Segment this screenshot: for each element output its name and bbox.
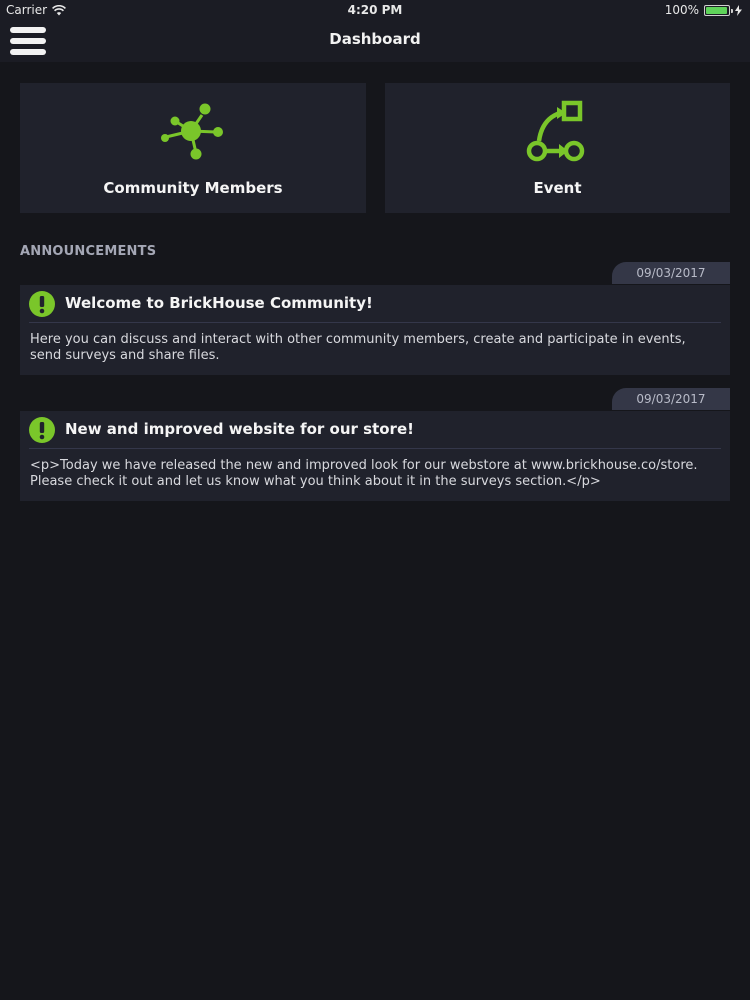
announcement-title: Welcome to BrickHouse Community! xyxy=(65,294,373,312)
announcement-body: Here you can discuss and interact with o… xyxy=(30,332,686,363)
menu-line xyxy=(10,49,46,55)
status-time: 4:20 PM xyxy=(347,3,403,17)
battery-cap xyxy=(731,8,733,13)
nav-bar: Dashboard xyxy=(0,20,750,62)
announcement-card[interactable]: New and improved website for our store! … xyxy=(20,411,730,501)
exclamation-icon xyxy=(29,291,55,317)
battery-fill xyxy=(706,6,727,14)
announcement-title: New and improved website for our store! xyxy=(65,420,414,438)
event-tile[interactable]: Event xyxy=(385,83,730,213)
workflow-icon xyxy=(526,100,584,162)
status-bar: Carrier 4:20 PM 100% xyxy=(0,0,750,20)
divider xyxy=(29,448,721,449)
announcement-date: 09/03/2017 xyxy=(612,262,730,284)
announcement-body: <p>Today we have released the new and im… xyxy=(30,458,698,489)
tile-label: Community Members xyxy=(103,179,283,197)
announcements-heading: ANNOUNCEMENTS xyxy=(20,244,157,259)
charging-bolt-icon xyxy=(735,4,742,16)
announcement-header: Welcome to BrickHouse Community! xyxy=(20,285,730,321)
announcement-card[interactable]: Welcome to BrickHouse Community! Here yo… xyxy=(20,285,730,375)
status-right: 100% xyxy=(665,3,742,17)
divider xyxy=(29,322,721,323)
battery-icon xyxy=(704,4,733,16)
network-nodes-icon xyxy=(161,103,223,160)
exclamation-icon xyxy=(29,417,55,443)
community-members-tile[interactable]: Community Members xyxy=(20,83,366,213)
tile-label: Event xyxy=(533,179,582,197)
battery-percent: 100% xyxy=(664,3,699,17)
announcement-header: New and improved website for our store! xyxy=(20,411,730,447)
page-title: Dashboard xyxy=(329,30,421,48)
dashboard-screen: Carrier 4:20 PM 100% Dashboard Community… xyxy=(0,0,750,1000)
announcement-date: 09/03/2017 xyxy=(612,388,730,410)
